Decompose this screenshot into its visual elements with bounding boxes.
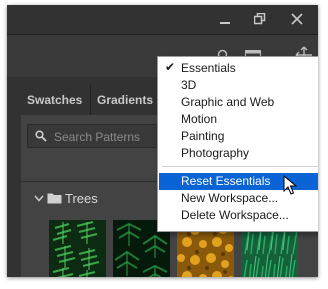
group-label: Trees [65,191,98,206]
menu-separator [162,166,318,167]
menu-item-3d[interactable]: 3D [159,77,318,94]
menu-item-label: Delete Workspace... [181,208,289,222]
pattern-thumbnail-ferns[interactable] [49,220,106,277]
menu-item-label: Photography [181,146,250,160]
menu-item-essentials[interactable]: ✔ Essentials [159,60,318,77]
workspace-menu: ✔ Essentials 3D Graphic and Web Motion P… [157,56,318,232]
folder-icon [47,193,62,204]
menu-item-motion[interactable]: Motion [159,111,318,128]
menu-item-label: New Workspace... [181,191,279,205]
minimize-icon [220,22,230,24]
menu-item-delete-workspace[interactable]: Delete Workspace... [159,207,318,224]
restore-button[interactable] [241,5,279,33]
photoshop-window: Swatches Gradients Trees [7,5,318,277]
menu-item-label: Essentials [181,61,236,75]
menu-item-label: 3D [181,78,197,92]
menu-item-photography[interactable]: Photography [159,145,318,162]
menu-item-label: Motion [181,112,218,126]
close-icon [291,13,303,25]
menu-item-graphic-and-web[interactable]: Graphic and Web [159,94,318,111]
minimize-button[interactable] [206,5,244,33]
tab-gradients[interactable]: Gradients [90,85,159,115]
menu-item-label: Painting [181,129,225,143]
menu-item-painting[interactable]: Painting [159,128,318,145]
menu-item-label: Reset Essentials [181,174,271,188]
tab-swatches[interactable]: Swatches [21,85,88,115]
restore-icon [254,13,266,25]
menu-item-label: Graphic and Web [181,95,275,109]
check-icon: ✔ [165,60,176,74]
mouse-cursor-icon [283,175,297,195]
title-bar [7,5,318,33]
close-button[interactable] [278,5,316,33]
chevron-down-icon[interactable] [34,195,44,203]
search-icon [35,130,47,142]
